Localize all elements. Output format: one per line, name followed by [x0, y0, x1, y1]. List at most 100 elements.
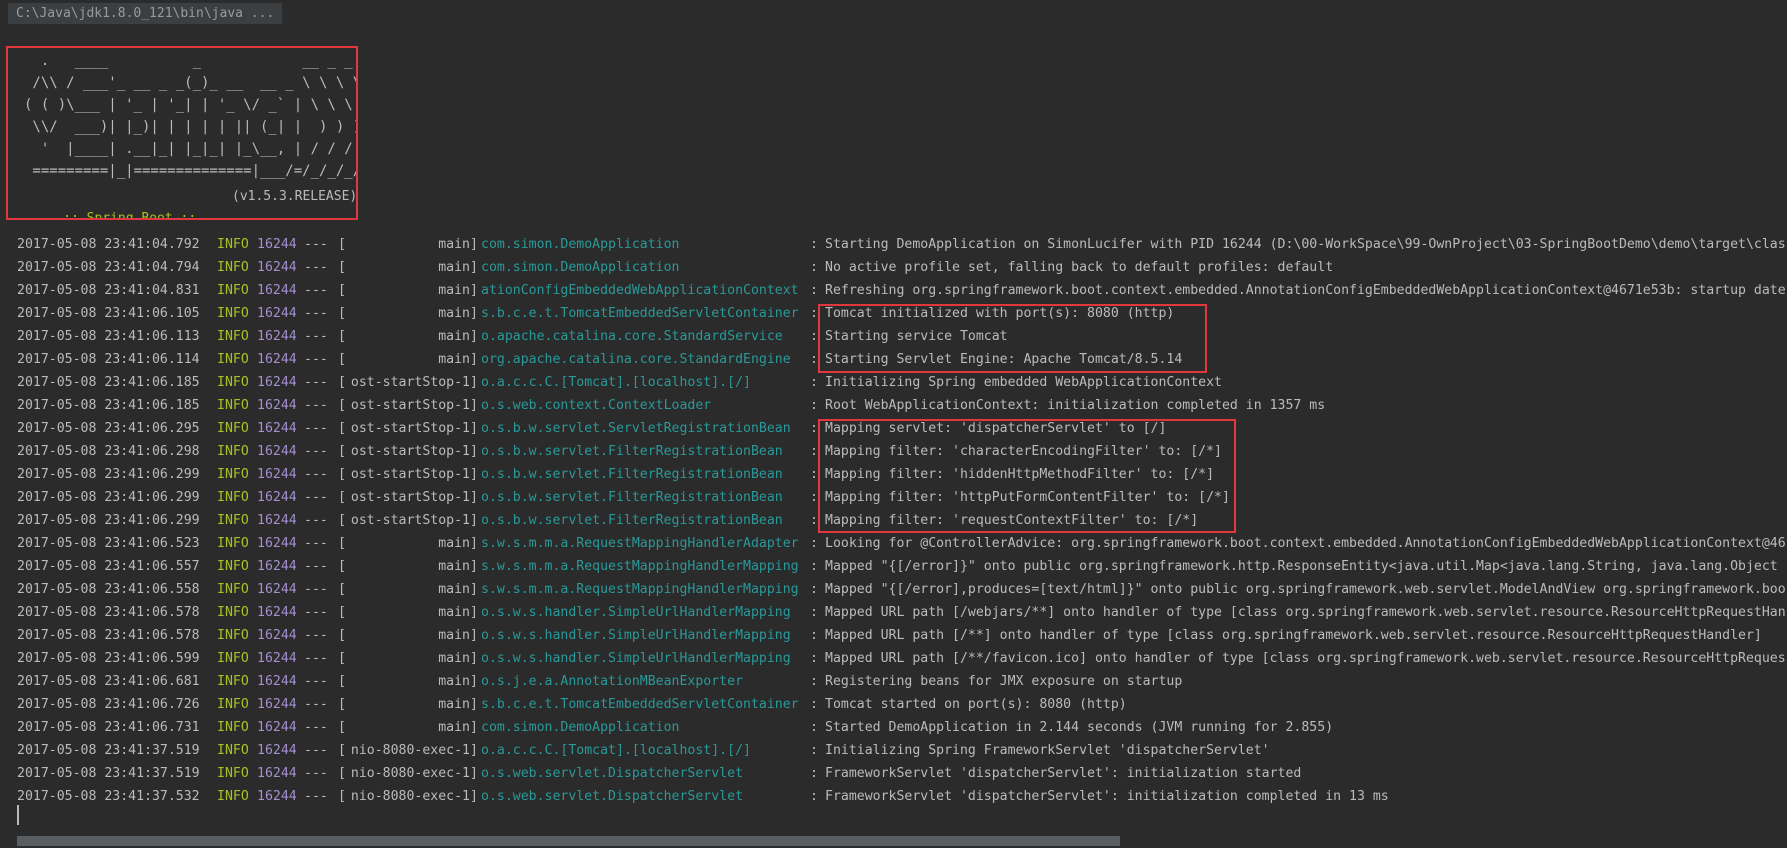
log-message: Mapping filter: 'hiddenHttpMethodFilter'… [825, 467, 1215, 482]
log-message: Mapped URL path [/**] onto handler of ty… [825, 628, 1762, 643]
log-pid: 16244 [257, 789, 297, 804]
log-colon: : [810, 536, 818, 551]
log-colon: : [810, 237, 818, 252]
log-logger[interactable]: com.simon.DemoApplication [481, 233, 809, 256]
log-message: Initializing Spring embedded WebApplicat… [825, 375, 1222, 390]
log-line: 2017-05-08 23:41:06.299 INFO 16244 --- ost-s… [0, 509, 1787, 532]
log-logger[interactable]: o.s.web.servlet.DispatcherServlet [481, 785, 809, 808]
log-level: INFO [217, 743, 249, 758]
log-logger[interactable]: o.s.w.s.handler.SimpleUrlHandlerMapping [481, 647, 809, 670]
log-level: INFO [217, 237, 249, 252]
log-thread: main [438, 352, 470, 367]
thread-bracket-open: [ [338, 743, 346, 758]
thread-bracket-open: [ [338, 283, 346, 298]
log-colon: : [810, 306, 818, 321]
log-level: INFO [217, 490, 249, 505]
log-pid: 16244 [257, 329, 297, 344]
log-logger[interactable]: o.s.b.w.servlet.ServletRegistrationBean [481, 417, 809, 440]
log-logger[interactable]: ationConfigEmbeddedWebApplicationContext [481, 279, 809, 302]
log-timestamp: 2017-05-08 23:41:06.299 [17, 490, 200, 505]
log-pid: 16244 [257, 444, 297, 459]
log-message: Mapped "{[/error]}" onto public org.spri… [825, 559, 1778, 574]
log-timestamp: 2017-05-08 23:41:04.831 [17, 283, 200, 298]
log-separator: --- [304, 651, 328, 666]
log-pid: 16244 [257, 697, 297, 712]
log-colon: : [810, 697, 818, 712]
log-colon: : [810, 582, 818, 597]
log-logger[interactable]: o.s.b.w.servlet.FilterRegistrationBean [481, 486, 809, 509]
log-pid: 16244 [257, 674, 297, 689]
log-logger[interactable]: org.apache.catalina.core.StandardEngine [481, 348, 809, 371]
log-colon: : [810, 674, 818, 689]
log-colon: : [810, 559, 818, 574]
log-thread: main [438, 283, 470, 298]
log-logger[interactable]: o.a.c.c.C.[Tomcat].[localhost].[/] [481, 739, 809, 762]
log-logger[interactable]: s.b.c.e.t.TomcatEmbeddedServletContainer [481, 693, 809, 716]
log-line: 2017-05-08 23:41:06.105 INFO 16244 --- main s… [0, 302, 1787, 325]
log-output: 2017-05-08 23:41:04.792 INFO 16244 --- main c… [0, 233, 1787, 808]
log-level: INFO [217, 536, 249, 551]
log-timestamp: 2017-05-08 23:41:06.681 [17, 674, 200, 689]
log-thread: main [438, 237, 470, 252]
log-logger[interactable]: o.s.web.context.ContextLoader [481, 394, 809, 417]
thread-bracket-open: [ [338, 697, 346, 712]
log-thread: main [438, 559, 470, 574]
log-logger[interactable]: o.s.web.servlet.DispatcherServlet [481, 762, 809, 785]
thread-bracket-close: ] [470, 467, 478, 482]
log-line: 2017-05-08 23:41:06.578 INFO 16244 --- main o… [0, 624, 1787, 647]
thread-bracket-open: [ [338, 421, 346, 436]
log-thread: ost-startStop-1 [350, 490, 470, 505]
log-level: INFO [217, 651, 249, 666]
spring-boot-banner: . ____ _ __ _ _ /\\ / ___'_ __ _ _(_)_ _… [6, 46, 358, 220]
log-separator: --- [304, 766, 328, 781]
thread-bracket-open: [ [338, 536, 346, 551]
log-logger[interactable]: o.s.b.w.servlet.FilterRegistrationBean [481, 440, 809, 463]
log-logger[interactable]: o.s.b.w.servlet.FilterRegistrationBean [481, 509, 809, 532]
log-message: Initializing Spring FrameworkServlet 'di… [825, 743, 1270, 758]
log-timestamp: 2017-05-08 23:41:06.113 [17, 329, 200, 344]
thread-bracket-open: [ [338, 398, 346, 413]
spring-boot-tag: :: Spring Boot :: [55, 211, 205, 220]
log-level: INFO [217, 306, 249, 321]
log-message: Tomcat started on port(s): 8080 (http) [825, 697, 1127, 712]
log-logger[interactable]: o.s.w.s.handler.SimpleUrlHandlerMapping [481, 624, 809, 647]
log-level: INFO [217, 375, 249, 390]
log-thread: ost-startStop-1 [350, 421, 470, 436]
log-logger[interactable]: s.w.s.m.m.a.RequestMappingHandlerMapping [481, 555, 809, 578]
log-separator: --- [304, 789, 328, 804]
banner-line: ( ( )\___ | '_ | '_| | '_ \/ _` | \ \ \ … [24, 97, 358, 113]
log-logger[interactable]: o.s.j.e.a.AnnotationMBeanExporter [481, 670, 809, 693]
log-logger[interactable]: o.apache.catalina.core.StandardService [481, 325, 809, 348]
log-thread: main [438, 674, 470, 689]
log-logger[interactable]: o.s.b.w.servlet.FilterRegistrationBean [481, 463, 809, 486]
log-logger[interactable]: s.w.s.m.m.a.RequestMappingHandlerMapping [481, 578, 809, 601]
log-colon: : [810, 375, 818, 390]
log-logger[interactable]: com.simon.DemoApplication [481, 256, 809, 279]
log-pid: 16244 [257, 421, 297, 436]
log-separator: --- [304, 237, 328, 252]
thread-bracket-open: [ [338, 375, 346, 390]
log-colon: : [810, 766, 818, 781]
log-timestamp: 2017-05-08 23:41:06.185 [17, 375, 200, 390]
log-colon: : [810, 743, 818, 758]
log-logger[interactable]: s.w.s.m.m.a.RequestMappingHandlerAdapter [481, 532, 809, 555]
log-logger[interactable]: o.s.w.s.handler.SimpleUrlHandlerMapping [481, 601, 809, 624]
log-thread: nio-8080-exec-1 [350, 766, 470, 781]
log-thread: main [438, 536, 470, 551]
log-pid: 16244 [257, 720, 297, 735]
log-timestamp: 2017-05-08 23:41:04.792 [17, 237, 200, 252]
log-separator: --- [304, 605, 328, 620]
log-level: INFO [217, 283, 249, 298]
log-logger[interactable]: s.b.c.e.t.TomcatEmbeddedServletContainer [481, 302, 809, 325]
log-colon: : [810, 720, 818, 735]
log-message: Starting Servlet Engine: Apache Tomcat/8… [825, 352, 1183, 367]
log-timestamp: 2017-05-08 23:41:06.731 [17, 720, 200, 735]
log-timestamp: 2017-05-08 23:41:06.558 [17, 582, 200, 597]
log-line: 2017-05-08 23:41:06.185 INFO 16244 --- ost-s… [0, 371, 1787, 394]
log-line: 2017-05-08 23:41:06.523 INFO 16244 --- main s… [0, 532, 1787, 555]
log-timestamp: 2017-05-08 23:41:06.299 [17, 467, 200, 482]
log-logger[interactable]: o.a.c.c.C.[Tomcat].[localhost].[/] [481, 371, 809, 394]
log-logger[interactable]: com.simon.DemoApplication [481, 716, 809, 739]
horizontal-scrollbar[interactable] [17, 836, 1120, 846]
log-pid: 16244 [257, 766, 297, 781]
